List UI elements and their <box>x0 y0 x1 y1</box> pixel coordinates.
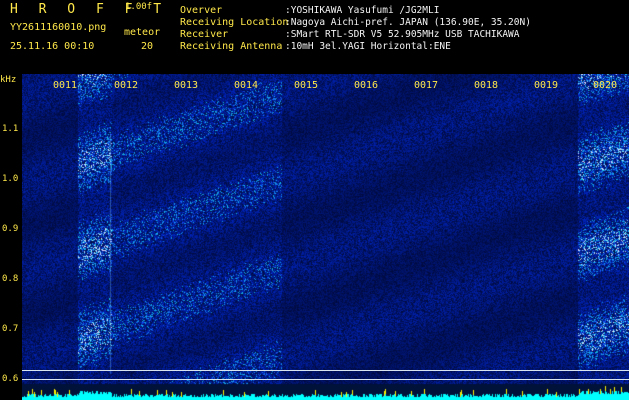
time-label: 0017 <box>414 80 439 91</box>
header-panel: H R O F F T 1.00f YY2611160010.png 25.11… <box>0 0 629 74</box>
frequency-tick-label: 1.0 <box>2 174 19 184</box>
frequency-unit-label: kHz <box>0 75 17 85</box>
time-label: 0013 <box>174 80 199 91</box>
time-label: 0020 <box>593 80 618 91</box>
antenna-label: Receiving Antenna <box>180 41 283 52</box>
time-label: 0012 <box>114 80 139 91</box>
frequency-tick-label: 0.6 <box>2 374 19 384</box>
frequency-marker-line <box>22 379 629 380</box>
timestamp: 25.11.16 00:10 <box>10 41 95 52</box>
time-label: 0019 <box>534 80 559 91</box>
antenna-value: :10mH 3el.YAGI Horizontal:ENE <box>285 41 451 52</box>
detection-count: 20 <box>141 41 154 52</box>
file-name: YY2611160010.png <box>10 22 107 33</box>
frequency-tick-label: 0.8 <box>2 274 19 284</box>
frequency-tick-label: 0.9 <box>2 224 19 234</box>
time-label: 0018 <box>474 80 499 91</box>
time-label: 0011 <box>53 80 78 91</box>
version-label: 1.00f <box>125 2 153 12</box>
receiver-value: :SMart RTL-SDR V5 52.905MHz USB TACHIKAW… <box>285 29 520 40</box>
frequency-tick-label: 1.1 <box>2 124 19 134</box>
location-value: :Nagoya Aichi-pref. JAPAN (136.90E, 35.2… <box>285 17 531 28</box>
spectrogram-plot <box>22 74 629 400</box>
frequency-marker-line <box>22 370 629 371</box>
time-label: 0016 <box>354 80 379 91</box>
receiver-label: Receiver <box>180 29 229 40</box>
observer-label: Overver <box>180 5 223 16</box>
time-label: 0015 <box>294 80 319 91</box>
time-label: 0014 <box>234 80 259 91</box>
frequency-tick-label: 0.7 <box>2 324 19 334</box>
location-label: Receiving Location <box>180 17 289 28</box>
observer-value: :YOSHIKAWA Yasufumi /JG2MLI <box>285 5 440 16</box>
detection-type-label: meteor <box>124 27 161 38</box>
